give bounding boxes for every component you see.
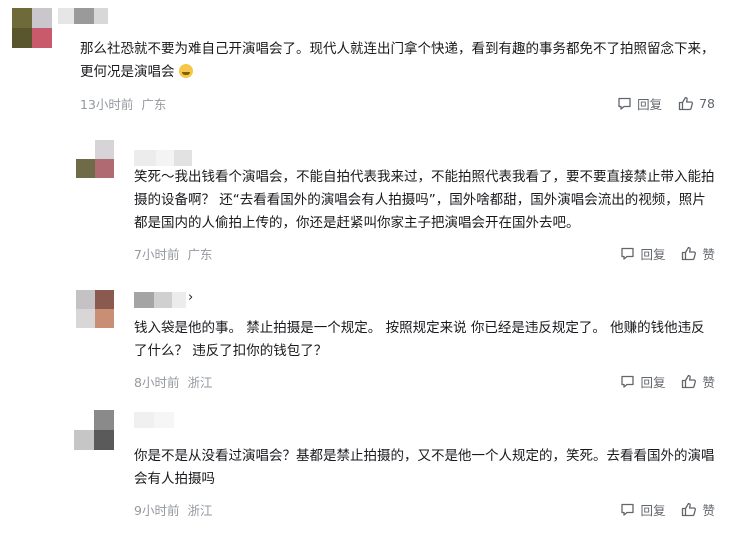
comment-actions: 回复 赞 <box>620 244 715 263</box>
thumbs-up-icon <box>682 246 697 261</box>
like-button[interactable]: 78 <box>678 96 715 111</box>
location: 广东 <box>187 247 213 262</box>
username[interactable] <box>134 412 174 428</box>
timestamp: 9小时前 <box>134 503 180 518</box>
location: 浙江 <box>187 375 213 390</box>
comment-meta: 9小时前 浙江 <box>134 500 212 519</box>
reply-icon <box>621 503 635 516</box>
comment-actions: 回复 赞 <box>620 372 715 391</box>
timestamp: 13小时前 <box>80 97 134 112</box>
username[interactable] <box>134 150 192 166</box>
timestamp: 7小时前 <box>134 247 180 262</box>
reply-button[interactable]: 回复 <box>620 372 665 391</box>
reply-button[interactable]: 回复 <box>617 94 662 113</box>
thumbs-up-icon <box>678 96 694 111</box>
reply-icon <box>621 247 635 260</box>
reply-button[interactable]: 回复 <box>620 244 665 263</box>
comment-actions: 回复 78 <box>617 94 715 113</box>
like-button[interactable]: 赞 <box>681 500 715 519</box>
comment-text: 你是不是从没看过演唱会？基都是禁止拍摄的，又不是他一个人规定的，笑死。去看看国外… <box>134 445 718 491</box>
comment-actions: 回复 赞 <box>620 500 715 519</box>
username[interactable] <box>58 8 108 24</box>
name-chevron-icon: › <box>188 290 194 305</box>
comment-text-content: 那么社恐就不要为难自己开演唱会了。现代人就连出门拿个快递，看到有趣的事务都免不了… <box>80 41 715 80</box>
comment-text: 笑死～我出钱看个演唱会，不能自拍代表我来过，不能拍照代表我看了，要不要直接禁止带… <box>134 166 718 235</box>
comment-text: 那么社恐就不要为难自己开演唱会了。现代人就连出门拿个快递，看到有趣的事务都免不了… <box>80 38 720 84</box>
location: 浙江 <box>187 503 213 518</box>
grin-face-emoji <box>178 64 193 78</box>
like-label: 赞 <box>702 375 715 390</box>
avatar[interactable] <box>74 410 114 450</box>
comment-text-content: 你是不是从没看过演唱会？基都是禁止拍摄的，又不是他一个人规定的，笑死。去看看国外… <box>134 448 715 487</box>
reply-icon <box>621 375 635 388</box>
reply-icon <box>618 97 631 110</box>
username[interactable] <box>134 292 186 308</box>
like-button[interactable]: 赞 <box>681 244 715 263</box>
location: 广东 <box>141 97 167 112</box>
thumbs-up-icon <box>682 374 697 389</box>
like-label: 赞 <box>702 247 715 262</box>
reply-button[interactable]: 回复 <box>620 500 665 519</box>
avatar[interactable] <box>12 8 52 48</box>
avatar[interactable] <box>76 290 114 328</box>
like-label: 赞 <box>702 503 715 518</box>
comment-meta: 8小时前 浙江 <box>134 372 212 391</box>
reply-label: 回复 <box>637 97 663 112</box>
reply-label: 回复 <box>640 503 666 518</box>
like-count: 78 <box>699 96 715 111</box>
comment-text-content: 钱入袋是他的事。 禁止拍摄是一个规定。 按照规定来说 你已经是违反规定了。 他赚… <box>134 320 705 359</box>
reply-label: 回复 <box>640 247 666 262</box>
thumbs-up-icon <box>682 502 697 517</box>
comment-text: 钱入袋是他的事。 禁止拍摄是一个规定。 按照规定来说 你已经是违反规定了。 他赚… <box>134 317 718 363</box>
timestamp: 8小时前 <box>134 375 180 390</box>
like-button[interactable]: 赞 <box>681 372 715 391</box>
reply-label: 回复 <box>640 375 666 390</box>
comment-text-content: 笑死～我出钱看个演唱会，不能自拍代表我来过，不能拍照代表我看了，要不要直接禁止带… <box>134 169 715 231</box>
comment-meta: 7小时前 广东 <box>134 244 212 263</box>
comment-meta: 13小时前 广东 <box>80 94 166 113</box>
avatar[interactable] <box>76 140 114 178</box>
